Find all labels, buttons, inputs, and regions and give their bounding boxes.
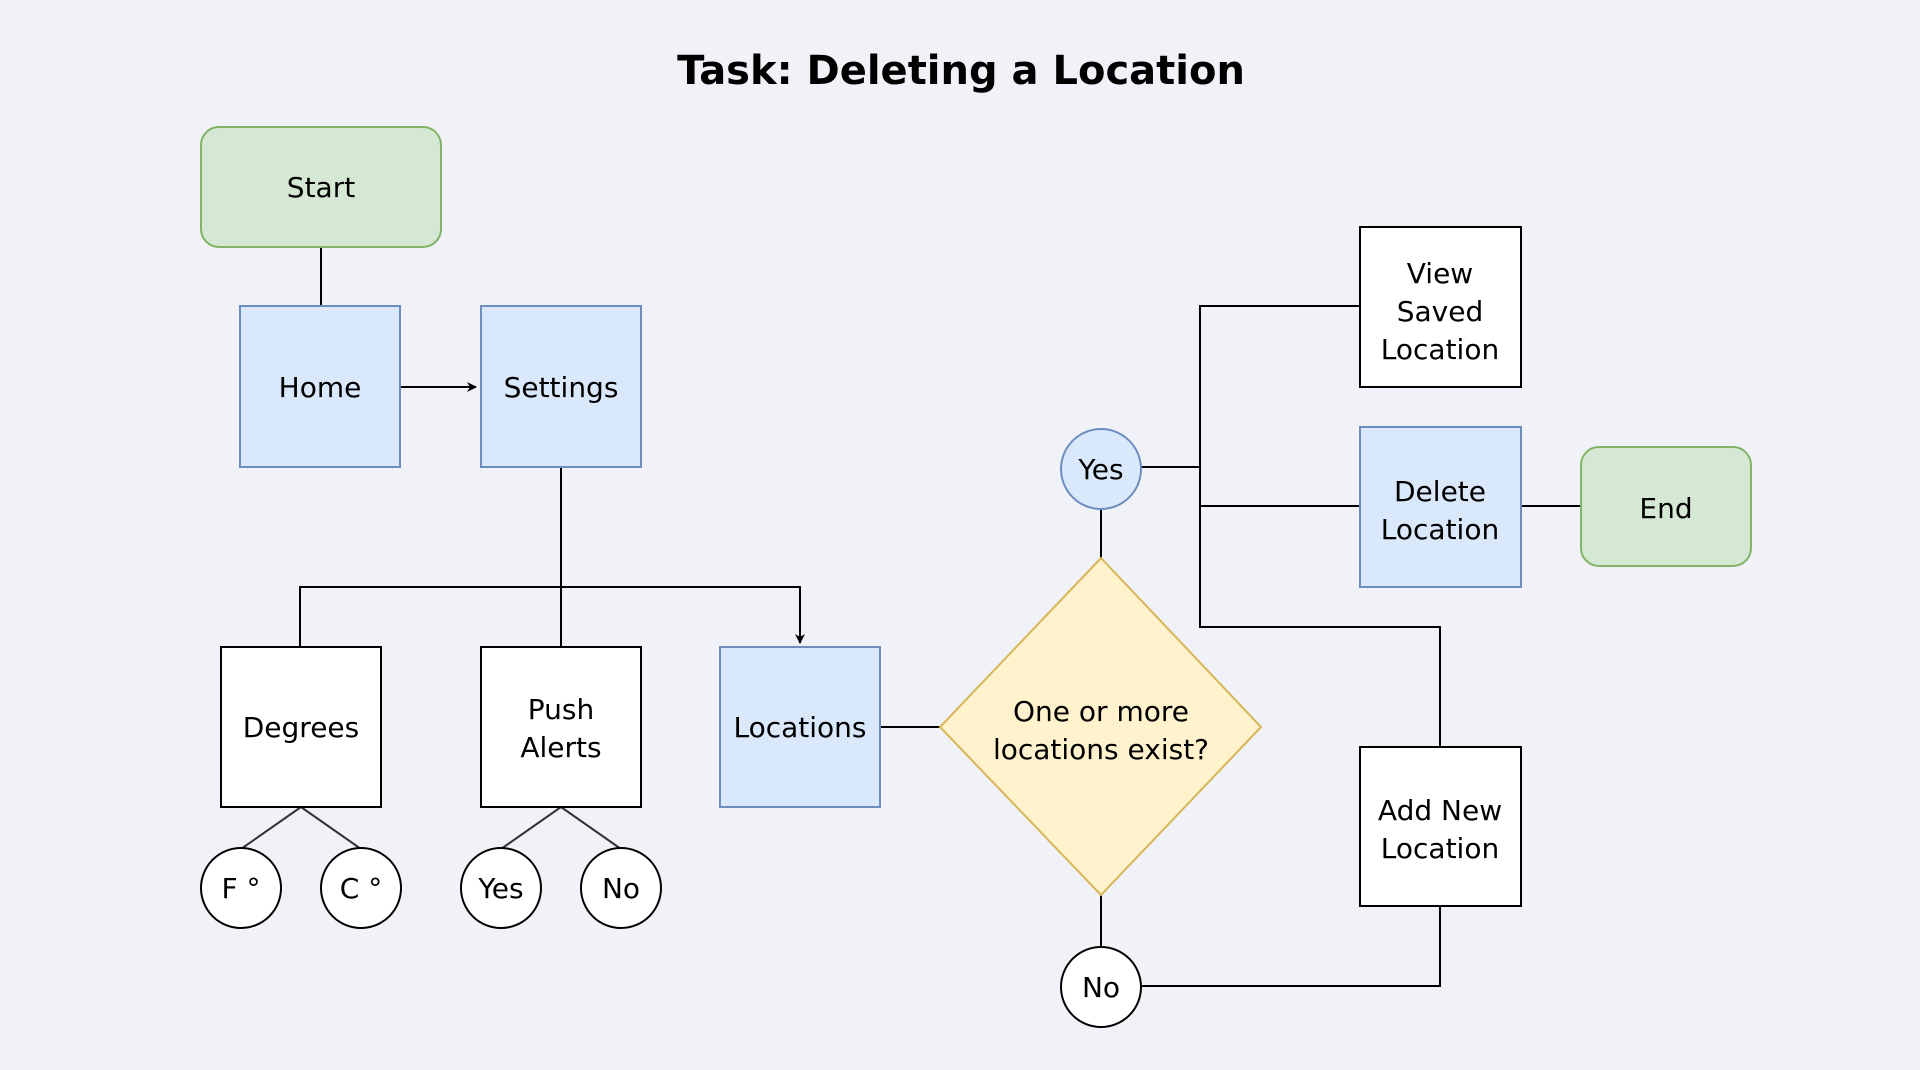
flowchart-canvas: Task: Deleting a Location Start Home Set… <box>200 48 1752 1028</box>
view-saved-label-line1: View <box>1407 257 1473 290</box>
node-degrees-f[interactable]: F ° <box>200 847 282 929</box>
degrees-c-label: C ° <box>340 872 382 905</box>
node-start[interactable]: Start <box>200 126 442 248</box>
home-label: Home <box>279 371 362 404</box>
node-decision[interactable]: One or more locations exist? <box>938 556 1263 897</box>
push-alerts-label-line1: Push <box>528 693 594 726</box>
push-alerts-shape <box>480 646 642 808</box>
node-add-new-location[interactable]: Add New Location <box>1359 746 1522 907</box>
node-home[interactable]: Home <box>239 305 401 468</box>
push-yes-label: Yes <box>477 872 523 905</box>
add-new-label-line2: Location <box>1381 832 1499 865</box>
delete-location-label-line2: Location <box>1381 513 1499 546</box>
edge-no-add <box>1141 906 1441 987</box>
edge-degrees-f <box>240 806 302 850</box>
node-view-saved-location[interactable]: View Saved Location <box>1359 226 1522 388</box>
locations-label: Locations <box>733 711 866 744</box>
start-label: Start <box>287 171 355 204</box>
node-locations[interactable]: Locations <box>719 646 881 808</box>
edge-push-yes <box>500 806 562 850</box>
decision-label-line1: One or more <box>1013 695 1189 728</box>
edge-degrees-c <box>300 806 362 850</box>
view-saved-label-line2: Saved <box>1397 295 1484 328</box>
view-saved-label-line3: Location <box>1381 333 1499 366</box>
node-push-no[interactable]: No <box>580 847 662 929</box>
node-degrees-c[interactable]: C ° <box>320 847 402 929</box>
node-no[interactable]: No <box>1060 946 1142 1028</box>
add-new-label-line1: Add New <box>1378 794 1502 827</box>
delete-location-label-line1: Delete <box>1394 475 1486 508</box>
decision-label-line2: locations exist? <box>993 733 1209 766</box>
node-push-alerts[interactable]: Push Alerts <box>480 646 642 808</box>
degrees-f-label: F ° <box>221 872 260 905</box>
yes-label: Yes <box>1077 453 1123 486</box>
push-alerts-label-line2: Alerts <box>520 731 601 764</box>
degrees-label: Degrees <box>243 711 360 744</box>
diagram-title: Task: Deleting a Location <box>677 48 1245 94</box>
edge-settings-degrees-locations <box>299 586 805 647</box>
settings-label: Settings <box>504 371 619 404</box>
node-settings[interactable]: Settings <box>480 305 642 468</box>
node-yes[interactable]: Yes <box>1060 428 1142 510</box>
no-label: No <box>1082 971 1120 1004</box>
node-delete-location[interactable]: Delete Location <box>1359 426 1522 588</box>
edge-push-no <box>560 806 622 850</box>
node-push-yes[interactable]: Yes <box>460 847 542 929</box>
end-label: End <box>1639 492 1692 525</box>
node-end[interactable]: End <box>1580 446 1752 567</box>
push-no-label: No <box>602 872 640 905</box>
node-degrees[interactable]: Degrees <box>220 646 382 808</box>
